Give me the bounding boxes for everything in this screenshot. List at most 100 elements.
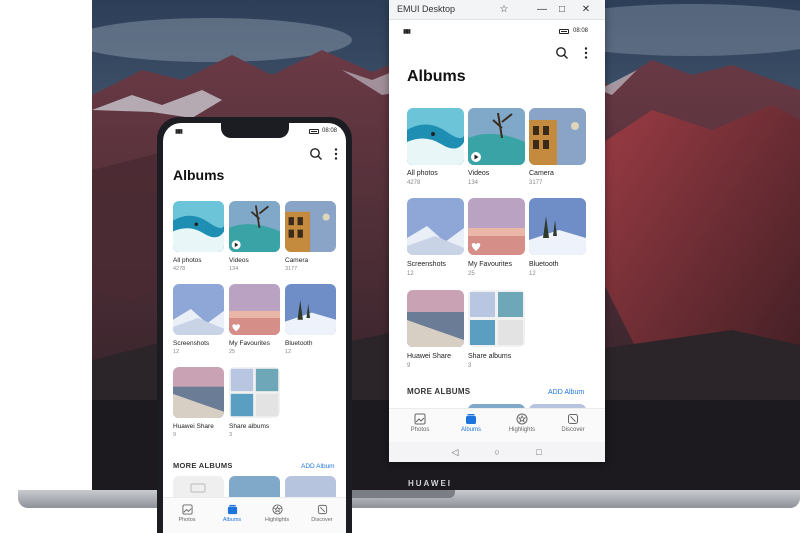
tab-highlights[interactable]: Highlights: [499, 413, 545, 433]
album-name: Screenshots: [407, 261, 446, 268]
phone-gallery-screen: ▮▮▮ 08:08 Albums All photos 4278 Videos …: [163, 123, 346, 533]
album-name: Huawei Share: [407, 353, 451, 360]
tab-label: Albums: [222, 517, 242, 523]
album-count: 4278: [407, 180, 421, 186]
album-name: Videos: [229, 257, 249, 264]
bottom-tab-bar: Photos Albums Highlights Discover: [163, 497, 346, 533]
system-nav-bar: ◁ ○ □: [389, 442, 605, 462]
phone-device: ▮▮▮ 08:08 Albums All photos 4278 Videos …: [157, 117, 352, 533]
album-name: My Favourites: [468, 261, 512, 268]
pc-gallery-screen: ▮▮▮ 08:08 Albums All photos 4278 Videos …: [389, 20, 605, 462]
album-tile-screenshots[interactable]: [407, 198, 464, 255]
album-tile-camera[interactable]: [529, 108, 586, 165]
album-tile-all-photos[interactable]: [407, 108, 464, 165]
bottom-tab-bar: Photos Albums Highlights Discover: [389, 408, 605, 442]
album-name: Camera: [285, 257, 309, 264]
album-count: 3: [229, 432, 233, 438]
album-name: Bluetooth: [529, 261, 559, 268]
album-tile-screenshots[interactable]: [173, 284, 224, 335]
tab-albums[interactable]: Albums: [448, 413, 494, 433]
album-count: 12: [173, 349, 180, 355]
album-count: 25: [468, 271, 475, 277]
album-name: My Favourites: [229, 340, 270, 347]
album-tile-share-albums[interactable]: [468, 290, 525, 347]
home-icon[interactable]: ○: [491, 446, 503, 458]
tab-highlights[interactable]: Highlights: [255, 504, 299, 523]
album-count: 3: [468, 363, 472, 369]
battery-icon: [559, 29, 569, 34]
album-name: All photos: [173, 257, 202, 264]
star-icon: [271, 504, 283, 515]
album-tile-bluetooth[interactable]: [529, 198, 586, 255]
pin-icon[interactable]: ☆: [495, 2, 513, 18]
recents-icon[interactable]: □: [533, 446, 545, 458]
status-time: 08:08: [573, 28, 589, 34]
more-albums-heading: MORE ALBUMS: [173, 461, 233, 470]
album-count: 3177: [285, 266, 298, 272]
more-vert-icon[interactable]: [329, 147, 343, 161]
album-name: Share albums: [229, 423, 270, 430]
album-tile-share-albums[interactable]: [229, 367, 280, 418]
window-title: EMUI Desktop: [397, 4, 456, 14]
tab-discover[interactable]: Discover: [300, 504, 344, 523]
album-count: 4278: [173, 266, 186, 272]
close-icon[interactable]: ✕: [577, 2, 595, 18]
discover-icon: [317, 504, 327, 515]
page-title: Albums: [173, 167, 225, 183]
albums-icon: [227, 504, 237, 515]
stage: HUAWEI EMUI Desktop ☆ — □ ✕ ▮▮▮ 08:08 Al…: [0, 0, 800, 533]
window-titlebar[interactable]: EMUI Desktop ☆ — □ ✕: [389, 0, 605, 20]
search-icon[interactable]: [309, 147, 323, 161]
laptop-brand-label: HUAWEI: [408, 479, 452, 488]
back-icon[interactable]: ◁: [449, 446, 461, 458]
album-name: Videos: [468, 170, 490, 177]
tab-label: Photos: [410, 427, 430, 433]
album-count: 134: [229, 266, 239, 272]
photos-icon: [414, 413, 426, 425]
signal-icon: ▮▮▮: [403, 29, 411, 35]
phone-notch: [221, 123, 289, 138]
tab-photos[interactable]: Photos: [397, 413, 443, 433]
album-count: 9: [407, 363, 411, 369]
tab-albums[interactable]: Albums: [210, 504, 254, 523]
album-tile-all-photos[interactable]: [173, 201, 224, 252]
album-tile-huawei-share[interactable]: [173, 367, 224, 418]
album-count: 12: [285, 349, 292, 355]
add-album-link[interactable]: ADD Album: [301, 463, 335, 470]
album-tile-my-favourites[interactable]: [229, 284, 280, 335]
album-tile-bluetooth[interactable]: [285, 284, 336, 335]
laptop-hinge-notch: [345, 490, 455, 498]
search-icon[interactable]: [555, 46, 569, 60]
album-name: Camera: [529, 170, 554, 177]
album-name: Screenshots: [173, 340, 210, 347]
album-count: 134: [468, 180, 479, 186]
album-count: 3177: [529, 180, 543, 186]
battery-icon: [309, 129, 319, 134]
album-count: 25: [229, 349, 236, 355]
album-tile-huawei-share[interactable]: [407, 290, 464, 347]
album-name: Bluetooth: [285, 340, 313, 347]
signal-icon: ▮▮▮: [175, 129, 183, 135]
album-tile-videos[interactable]: [229, 201, 280, 252]
tab-discover[interactable]: Discover: [550, 413, 596, 433]
album-name: All photos: [407, 170, 438, 177]
status-time: 08:08: [322, 128, 338, 134]
tab-label: Photos: [178, 517, 196, 523]
tab-photos[interactable]: Photos: [165, 504, 209, 523]
add-album-link[interactable]: ADD Album: [548, 389, 584, 396]
discover-icon: [568, 414, 578, 424]
minimize-icon[interactable]: —: [533, 2, 551, 18]
emui-desktop-window: EMUI Desktop ☆ — □ ✕ ▮▮▮ 08:08 Albums Al…: [389, 0, 605, 462]
tab-label: Highlights: [508, 427, 536, 433]
page-title: Albums: [407, 68, 466, 85]
tab-label: Highlights: [264, 517, 290, 523]
album-tile-camera[interactable]: [285, 201, 336, 252]
album-name: Huawei Share: [173, 423, 214, 430]
more-vert-icon[interactable]: [579, 46, 593, 60]
star-icon: [516, 413, 528, 425]
photos-icon: [181, 504, 193, 515]
maximize-icon[interactable]: □: [553, 2, 571, 18]
album-tile-my-favourites[interactable]: [468, 198, 525, 255]
album-tile-videos[interactable]: [468, 108, 525, 165]
album-name: Share albums: [468, 353, 512, 360]
